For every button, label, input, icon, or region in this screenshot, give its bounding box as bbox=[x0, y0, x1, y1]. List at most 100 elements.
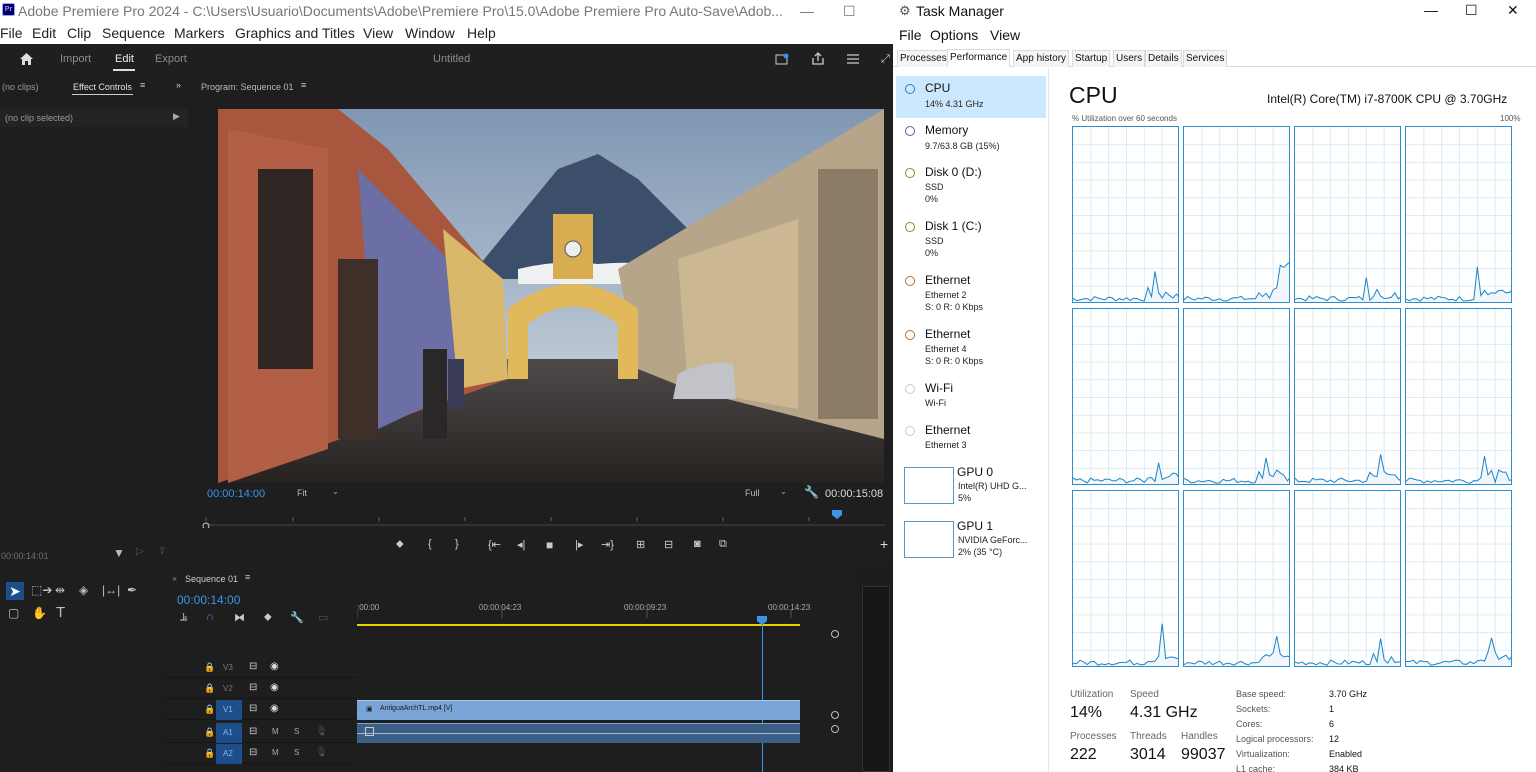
tab-program[interactable]: Program: Sequence 01 bbox=[201, 82, 294, 92]
ripple-edit-icon[interactable]: ⇹ bbox=[55, 583, 65, 597]
clip-selector[interactable]: (no clip selected) ▶ bbox=[0, 109, 188, 127]
menu-window[interactable]: Window bbox=[405, 25, 455, 41]
stop-icon[interactable]: ■ bbox=[546, 538, 553, 552]
menu-view[interactable]: View bbox=[363, 25, 393, 41]
button-editor-plus-icon[interactable]: + bbox=[880, 536, 888, 552]
pen-icon[interactable]: ✒ bbox=[127, 583, 137, 597]
sidebar-item-gpu0[interactable]: GPU 0 Intel(R) UHD G... 5% bbox=[896, 464, 1046, 516]
sidebar-item-disk1[interactable]: Disk 1 (C:) SSD 0% bbox=[896, 214, 1046, 266]
tab-details[interactable]: Details bbox=[1145, 50, 1182, 67]
close-tab-icon[interactable]: × bbox=[172, 574, 177, 584]
eye-icon[interactable]: ◉ bbox=[270, 682, 279, 693]
tab-sequence[interactable]: Sequence 01 bbox=[185, 574, 238, 584]
chevron-right-icon[interactable]: ▶ bbox=[173, 111, 180, 122]
menu-edit[interactable]: Edit bbox=[32, 25, 56, 41]
playhead-line[interactable] bbox=[762, 624, 763, 772]
settings-wrench-icon[interactable]: 🔧 bbox=[804, 485, 819, 499]
maximize-icon[interactable]: ☐ bbox=[1465, 2, 1478, 19]
lift-icon[interactable]: ⊞ bbox=[636, 538, 645, 551]
go-to-in-icon[interactable]: {⇤ bbox=[488, 538, 501, 551]
comparison-view-icon[interactable]: ⧉ bbox=[719, 538, 727, 551]
solo-button[interactable]: S bbox=[294, 727, 299, 736]
quality-dropdown[interactable]: Full ⌄ bbox=[742, 486, 792, 501]
quick-export-icon[interactable] bbox=[775, 53, 789, 66]
extract-icon[interactable]: ⊟ bbox=[664, 538, 673, 551]
minimize-icon[interactable]: — bbox=[800, 1, 814, 21]
menu-graphics[interactable]: Graphics and Titles bbox=[235, 25, 355, 41]
menu-sequence[interactable]: Sequence bbox=[102, 25, 165, 41]
play-audio-icon[interactable]: ▷ bbox=[136, 546, 144, 557]
tab-processes[interactable]: Processes bbox=[897, 50, 950, 67]
maximize-icon[interactable]: ☐ bbox=[843, 1, 856, 21]
eye-icon[interactable]: ◉ bbox=[270, 703, 279, 714]
tab-users[interactable]: Users bbox=[1113, 50, 1146, 67]
zoom-handle-icon[interactable] bbox=[829, 628, 841, 640]
eye-icon[interactable]: ◉ bbox=[270, 661, 279, 672]
tab-performance[interactable]: Performance bbox=[947, 49, 1011, 67]
tab-effect-controls[interactable]: Effect Controls bbox=[73, 82, 132, 92]
menu-clip[interactable]: Clip bbox=[67, 25, 91, 41]
mute-button[interactable]: M bbox=[272, 727, 279, 736]
lock-icon[interactable]: 🔒 bbox=[204, 748, 215, 759]
workspace-export[interactable]: Export bbox=[155, 53, 187, 65]
program-timecode[interactable]: 00:00:14:00 bbox=[207, 488, 265, 500]
mute-button[interactable]: M bbox=[272, 748, 279, 757]
add-marker-icon[interactable]: ⬥ bbox=[396, 538, 404, 551]
track-select-icon[interactable]: ⬚➔ bbox=[31, 583, 52, 597]
rectangle-tool-icon[interactable]: ▢ bbox=[8, 606, 19, 620]
nest-icon[interactable]: ⫡ bbox=[180, 611, 187, 624]
razor-icon[interactable]: ◈ bbox=[79, 583, 88, 597]
timeline-settings-icon[interactable]: 🔧 bbox=[290, 611, 304, 624]
panel-menu-icon[interactable]: ≡ bbox=[140, 80, 145, 90]
go-to-out-icon[interactable]: ⇥} bbox=[601, 538, 614, 551]
sidebar-item-gpu1[interactable]: GPU 1 NVIDIA GeForc... 2% (35 °C) bbox=[896, 518, 1046, 570]
lock-icon[interactable]: 🔒 bbox=[204, 704, 215, 715]
menu-file[interactable]: File bbox=[0, 25, 23, 41]
menu-markers[interactable]: Markers bbox=[174, 25, 225, 41]
linked-selection-icon[interactable]: ⧓ bbox=[234, 611, 245, 624]
sidebar-item-ethernet3[interactable]: Ethernet Ethernet 3 bbox=[896, 418, 1046, 460]
timeline-menu-icon[interactable]: ≡ bbox=[245, 572, 250, 582]
solo-button[interactable]: S bbox=[294, 748, 299, 757]
mark-in-icon[interactable]: { bbox=[428, 538, 432, 550]
share-icon[interactable] bbox=[811, 52, 825, 66]
workspaces-menu-icon[interactable] bbox=[846, 53, 860, 65]
selection-tool-icon[interactable]: ➤ bbox=[6, 582, 24, 600]
program-menu-icon[interactable]: ≡ bbox=[301, 80, 306, 90]
scroll-handle-icon[interactable] bbox=[829, 723, 841, 735]
sidebar-item-memory[interactable]: Memory 9.7/63.8 GB (15%) bbox=[896, 118, 1046, 160]
fullscreen-icon[interactable]: ⤢ bbox=[881, 53, 890, 66]
program-ruler[interactable] bbox=[201, 505, 885, 530]
export-clip-icon[interactable]: ⇪ bbox=[158, 546, 166, 557]
fit-dropdown[interactable]: Fit ⌄ bbox=[294, 486, 344, 501]
sync-lock-icon[interactable]: ⊟ bbox=[249, 726, 257, 737]
sidebar-item-wifi[interactable]: Wi-Fi Wi-Fi bbox=[896, 376, 1046, 418]
sidebar-item-disk0[interactable]: Disk 0 (D:) SSD 0% bbox=[896, 160, 1046, 212]
tab-startup[interactable]: Startup bbox=[1072, 50, 1111, 67]
sidebar-item-ethernet4[interactable]: Ethernet Ethernet 4 S: 0 R: 0 Kbps bbox=[896, 322, 1046, 374]
sync-lock-icon[interactable]: ⊟ bbox=[249, 661, 257, 672]
mic-icon[interactable]: 🎙 bbox=[315, 726, 328, 737]
scroll-handle-icon[interactable] bbox=[829, 709, 841, 721]
tab-app-history[interactable]: App history bbox=[1013, 50, 1070, 67]
captions-icon[interactable]: ▭ bbox=[318, 611, 328, 624]
sync-lock-icon[interactable]: ⊟ bbox=[249, 682, 257, 693]
video-clip[interactable]: ▣ AntiguaArchTL.mp4 [V] bbox=[357, 700, 800, 720]
filter-icon[interactable]: ▼ bbox=[113, 546, 125, 560]
timeline-marker-icon[interactable]: ⬥ bbox=[264, 611, 272, 624]
timeline-timecode[interactable]: 00:00:14:00 bbox=[177, 593, 240, 607]
workspace-edit[interactable]: Edit bbox=[115, 53, 134, 65]
lock-icon[interactable]: 🔒 bbox=[204, 727, 215, 738]
step-forward-icon[interactable]: |▸ bbox=[575, 538, 583, 551]
sync-lock-icon[interactable]: ⊟ bbox=[249, 747, 257, 758]
export-frame-icon[interactable]: ◙ bbox=[694, 538, 701, 550]
slip-icon[interactable]: |↔| bbox=[102, 583, 120, 597]
sidebar-item-ethernet2[interactable]: Ethernet Ethernet 2 S: 0 R: 0 Kbps bbox=[896, 268, 1046, 320]
sidebar-item-cpu[interactable]: CPU 14% 4.31 GHz bbox=[896, 76, 1046, 118]
tm-menu-view[interactable]: View bbox=[990, 27, 1020, 43]
tm-menu-file[interactable]: File bbox=[899, 27, 922, 43]
tab-no-clips[interactable]: (no clips) bbox=[2, 82, 39, 92]
tm-menu-options[interactable]: Options bbox=[930, 27, 978, 43]
type-tool-icon[interactable]: T bbox=[56, 604, 65, 621]
mic-icon[interactable]: 🎙 bbox=[315, 747, 328, 758]
